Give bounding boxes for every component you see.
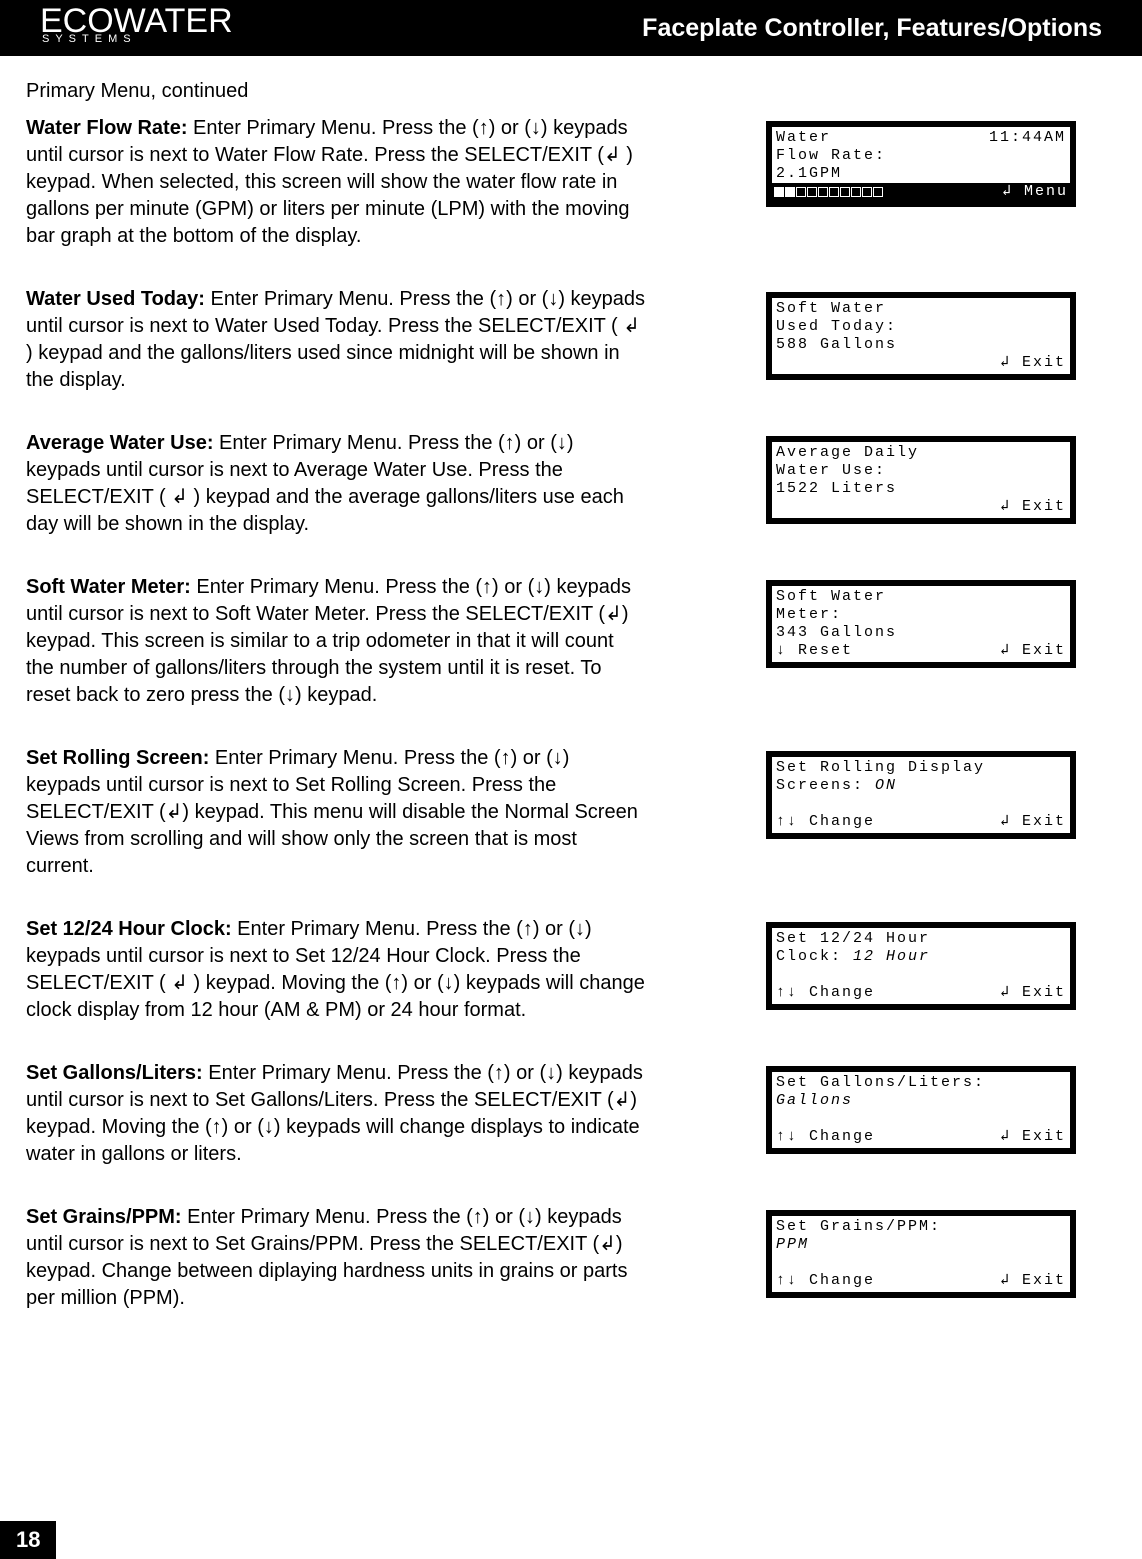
lcd-line: Set Grains/PPM: — [776, 1218, 1066, 1236]
lcd-wrap: Set Grains/PPM:PPM ↑↓ Change↲ Exit — [766, 1204, 1076, 1298]
section-row: Set Gallons/Liters: Enter Primary Menu. … — [26, 1060, 1116, 1168]
lcd-line: Average Daily — [776, 444, 1066, 462]
page-title: Faceplate Controller, Features/Options — [642, 14, 1102, 43]
lcd-line: ↓ Reset↲ Exit — [776, 642, 1066, 660]
section-row: Water Flow Rate: Enter Primary Menu. Pre… — [26, 115, 1116, 250]
lcd-inner: Set Grains/PPM:PPM ↑↓ Change↲ Exit — [772, 1216, 1070, 1292]
header-bar: ECOWATER SYSTEMS Faceplate Controller, F… — [0, 0, 1142, 56]
section-title: Set Grains/PPM: — [26, 1206, 182, 1228]
lcd-line: Clock: 12 Hour — [776, 948, 1066, 966]
lcd-line: 1522 Liters — [776, 480, 1066, 498]
lcd-line: 2.1GPM — [776, 165, 1066, 183]
lcd-inner: Average DailyWater Use:1522 Liters↲ Exit — [772, 442, 1070, 518]
section-row: Set 12/24 Hour Clock: Enter Primary Menu… — [26, 916, 1116, 1024]
lcd-line — [776, 966, 1066, 984]
section-row: Water Used Today: Enter Primary Menu. Pr… — [26, 286, 1116, 394]
lcd-line: Gallons — [776, 1092, 1066, 1110]
lcd-inner: Soft WaterMeter:343 Gallons↓ Reset↲ Exit — [772, 586, 1070, 662]
lcd-screen: Average DailyWater Use:1522 Liters↲ Exit — [766, 436, 1076, 524]
lcd-screen: Set Rolling DisplayScreens: ON ↑↓ Change… — [766, 751, 1076, 839]
section-row: Soft Water Meter: Enter Primary Menu. Pr… — [26, 574, 1116, 709]
lcd-wrap: Average DailyWater Use:1522 Liters↲ Exit — [766, 430, 1076, 524]
lcd-value: 12 Hour — [853, 948, 930, 965]
lcd-inner: Water11:44AMFlow Rate:2.1GPM↲ Menu — [772, 127, 1070, 201]
section-title: Water Used Today: — [26, 288, 205, 310]
lcd-line: ↑↓ Change↲ Exit — [776, 813, 1066, 831]
subhead: Primary Menu, continued — [26, 80, 1116, 103]
lcd-screen: Soft WaterMeter:343 Gallons↓ Reset↲ Exit — [766, 580, 1076, 668]
lcd-screen: Soft WaterUsed Today:588 Gallons↲ Exit — [766, 292, 1076, 380]
lcd-line: Soft Water — [776, 588, 1066, 606]
lcd-menu-label: ↲ Menu — [1002, 183, 1068, 201]
lcd-line: ↑↓ Change↲ Exit — [776, 984, 1066, 1002]
section-row: Average Water Use: Enter Primary Menu. P… — [26, 430, 1116, 538]
section-text: Set Grains/PPM: Enter Primary Menu. Pres… — [26, 1204, 666, 1312]
section-text: Set 12/24 Hour Clock: Enter Primary Menu… — [26, 916, 666, 1024]
lcd-wrap: Soft WaterMeter:343 Gallons↓ Reset↲ Exit — [766, 574, 1076, 668]
lcd-line: Used Today: — [776, 318, 1066, 336]
lcd-value: ON — [875, 777, 897, 794]
section-text: Water Flow Rate: Enter Primary Menu. Pre… — [26, 115, 666, 250]
lcd-line: Set Gallons/Liters: — [776, 1074, 1066, 1092]
lcd-line: ↑↓ Change↲ Exit — [776, 1272, 1066, 1290]
lcd-line: Water11:44AM — [776, 129, 1066, 147]
lcd-inner: Set Rolling DisplayScreens: ON ↑↓ Change… — [772, 757, 1070, 833]
lcd-line — [776, 1254, 1066, 1272]
lcd-value: PPM — [776, 1236, 809, 1253]
section-title: Set 12/24 Hour Clock: — [26, 918, 232, 940]
section-title: Average Water Use: — [26, 432, 213, 454]
lcd-line: Flow Rate: — [776, 147, 1066, 165]
lcd-line: PPM — [776, 1236, 1066, 1254]
section-row: Set Rolling Screen: Enter Primary Menu. … — [26, 745, 1116, 880]
lcd-line: ↲ Exit — [776, 498, 1066, 516]
lcd-line: 588 Gallons — [776, 336, 1066, 354]
lcd-inner: Set 12/24 HourClock: 12 Hour ↑↓ Change↲ … — [772, 928, 1070, 1004]
lcd-wrap: Set Rolling DisplayScreens: ON ↑↓ Change… — [766, 745, 1076, 839]
section-title: Water Flow Rate: — [26, 117, 188, 139]
lcd-wrap: Water11:44AMFlow Rate:2.1GPM↲ Menu — [766, 115, 1076, 207]
lcd-screen: Set 12/24 HourClock: 12 Hour ↑↓ Change↲ … — [766, 922, 1076, 1010]
lcd-inner: Soft WaterUsed Today:588 Gallons↲ Exit — [772, 298, 1070, 374]
section-text: Soft Water Meter: Enter Primary Menu. Pr… — [26, 574, 666, 709]
lcd-line: ↑↓ Change↲ Exit — [776, 1128, 1066, 1146]
lcd-line: Screens: ON — [776, 777, 1066, 795]
lcd-line: Water Use: — [776, 462, 1066, 480]
section-title: Set Rolling Screen: — [26, 747, 209, 769]
page-number: 18 — [0, 1521, 56, 1559]
lcd-wrap: Set 12/24 HourClock: 12 Hour ↑↓ Change↲ … — [766, 916, 1076, 1010]
lcd-screen: Water11:44AMFlow Rate:2.1GPM↲ Menu — [766, 121, 1076, 207]
lcd-screen: Set Gallons/Liters:Gallons ↑↓ Change↲ Ex… — [766, 1066, 1076, 1154]
section-text: Water Used Today: Enter Primary Menu. Pr… — [26, 286, 666, 394]
lcd-wrap: Soft WaterUsed Today:588 Gallons↲ Exit — [766, 286, 1076, 380]
section-text: Set Gallons/Liters: Enter Primary Menu. … — [26, 1060, 666, 1168]
lcd-line: Soft Water — [776, 300, 1066, 318]
lcd-line: Meter: — [776, 606, 1066, 624]
lcd-bar-row: ↲ Menu — [772, 183, 1070, 201]
section-text: Average Water Use: Enter Primary Menu. P… — [26, 430, 666, 538]
content: Primary Menu, continued Water Flow Rate:… — [0, 80, 1142, 1312]
lcd-value: Gallons — [776, 1092, 853, 1109]
lcd-line: Set 12/24 Hour — [776, 930, 1066, 948]
section-title: Set Gallons/Liters: — [26, 1062, 203, 1084]
lcd-wrap: Set Gallons/Liters:Gallons ↑↓ Change↲ Ex… — [766, 1060, 1076, 1154]
logo: ECOWATER SYSTEMS — [40, 4, 233, 45]
lcd-line — [776, 1110, 1066, 1128]
lcd-inner: Set Gallons/Liters:Gallons ↑↓ Change↲ Ex… — [772, 1072, 1070, 1148]
lcd-line: Set Rolling Display — [776, 759, 1066, 777]
lcd-screen: Set Grains/PPM:PPM ↑↓ Change↲ Exit — [766, 1210, 1076, 1298]
bar-graph — [774, 185, 883, 199]
lcd-line: 343 Gallons — [776, 624, 1066, 642]
lcd-line: ↲ Exit — [776, 354, 1066, 372]
lcd-line — [776, 795, 1066, 813]
section-text: Set Rolling Screen: Enter Primary Menu. … — [26, 745, 666, 880]
section-title: Soft Water Meter: — [26, 576, 191, 598]
section-row: Set Grains/PPM: Enter Primary Menu. Pres… — [26, 1204, 1116, 1312]
